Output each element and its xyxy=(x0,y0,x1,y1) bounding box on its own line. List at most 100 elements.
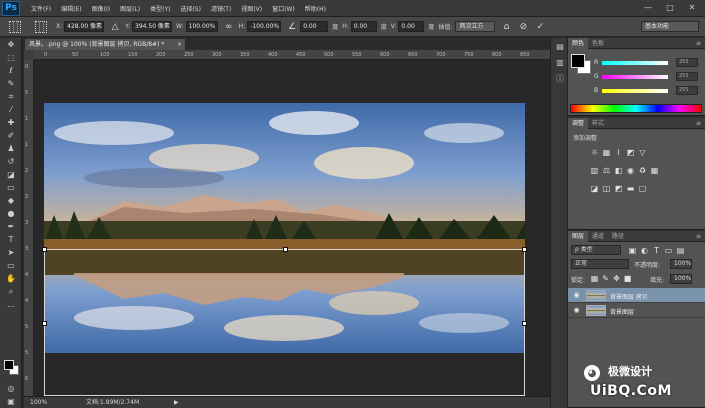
vertical-ruler[interactable]: 0 5 1 1 2 2 3 3 4 4 5 5 6 xyxy=(24,60,34,396)
eye-icon[interactable]: ◉ xyxy=(572,306,581,315)
tab-swatches[interactable]: 色板 xyxy=(588,38,608,49)
layer-row-background-copy[interactable]: ◉ 背景图层 拷贝 xyxy=(568,288,705,303)
close-tab-icon[interactable]: × xyxy=(177,39,182,50)
crop-tool-icon[interactable]: ⌗ xyxy=(0,90,22,103)
gradient-map-icon[interactable]: ▬ xyxy=(626,184,635,193)
blue-value[interactable]: 255 xyxy=(676,86,698,95)
threshold-icon[interactable]: ◩ xyxy=(614,184,623,193)
eye-icon[interactable]: ◉ xyxy=(572,291,581,300)
status-menu-arrow-icon[interactable]: ▶ xyxy=(174,397,179,408)
screen-mode-icon[interactable]: ▣ xyxy=(0,395,22,408)
photo-filter-icon[interactable]: ◉ xyxy=(626,166,635,175)
lock-position-icon[interactable]: ✥ xyxy=(612,274,621,283)
color-balance-icon[interactable]: ⚖ xyxy=(602,166,611,175)
tab-channels[interactable]: 通道 xyxy=(588,231,608,242)
fill-input[interactable]: 100% xyxy=(670,274,692,284)
tab-color[interactable]: 颜色 xyxy=(568,37,589,49)
green-slider[interactable]: G 255 xyxy=(594,72,702,82)
black-white-icon[interactable]: ◧ xyxy=(614,166,623,175)
minimize-button[interactable]: — xyxy=(637,2,659,14)
menu-select[interactable]: 选择(S) xyxy=(175,4,206,13)
workspace-select[interactable]: 基本功能 xyxy=(641,21,699,32)
tab-adjustments[interactable]: 调整 xyxy=(568,117,589,129)
interpolation-select[interactable]: 两次立方 xyxy=(455,21,496,32)
menu-image[interactable]: 图像(I) xyxy=(87,4,115,13)
close-button[interactable]: ✕ xyxy=(681,2,703,14)
menu-edit[interactable]: 编辑(E) xyxy=(56,4,86,13)
invert-icon[interactable]: ◪ xyxy=(590,184,599,193)
filter-pixel-icon[interactable]: ▣ xyxy=(628,246,637,255)
blend-mode-select[interactable]: 正常 xyxy=(571,259,629,269)
filter-type-icon[interactable]: T xyxy=(652,246,661,255)
foreground-color-swatch[interactable] xyxy=(4,360,14,370)
menu-filter[interactable]: 滤镜(T) xyxy=(206,4,236,13)
red-slider[interactable]: R 255 xyxy=(594,58,702,68)
lock-transparency-icon[interactable]: ▦ xyxy=(590,274,599,283)
warp-icon[interactable]: ⌂ xyxy=(500,21,512,33)
vskew-input[interactable]: 0.00 xyxy=(398,21,425,32)
eyedropper-tool-icon[interactable]: ⁄ xyxy=(0,103,22,116)
color-spectrum-bar[interactable] xyxy=(570,104,702,113)
y-input[interactable]: 394.50 像素 xyxy=(132,21,173,32)
menu-view[interactable]: 视图(V) xyxy=(236,4,267,13)
landscape-image[interactable] xyxy=(44,103,525,353)
stamp-tool-icon[interactable]: ♟ xyxy=(0,142,22,155)
curves-icon[interactable]: ⌇ xyxy=(614,148,623,157)
layer-row-background[interactable]: ◉ 背景图层 xyxy=(568,303,705,318)
blue-slider[interactable]: B 255 xyxy=(594,86,702,96)
healing-tool-icon[interactable]: ✚ xyxy=(0,116,22,129)
document-tab[interactable]: 风景。.png @ 100% (背景图层 拷贝, RGB/8#) * × xyxy=(24,38,186,50)
h-input[interactable]: -100.00% xyxy=(247,21,282,32)
marquee-tool-icon[interactable]: ⬚ xyxy=(0,51,22,64)
menu-layer[interactable]: 图层(L) xyxy=(115,4,145,13)
channel-mixer-icon[interactable]: ♻ xyxy=(638,166,647,175)
triangle-icon[interactable]: △ xyxy=(109,21,121,33)
ruler-origin[interactable] xyxy=(24,50,34,60)
color-lookup-icon[interactable]: ▦ xyxy=(650,166,659,175)
menu-type[interactable]: 类型(Y) xyxy=(145,4,175,13)
more-tools-icon[interactable]: … xyxy=(0,298,22,311)
posterize-icon[interactable]: ◫ xyxy=(602,184,611,193)
zoom-tool-icon[interactable]: ⌕ xyxy=(0,285,22,298)
hue-saturation-icon[interactable]: ▥ xyxy=(590,166,599,175)
commit-transform-icon[interactable]: ✓ xyxy=(534,21,546,33)
eraser-tool-icon[interactable]: ◪ xyxy=(0,168,22,181)
link-icon[interactable]: ∞ xyxy=(223,21,235,33)
lasso-tool-icon[interactable]: ℓ xyxy=(0,64,22,77)
panel-menu-icon[interactable]: ≡ xyxy=(696,233,701,240)
selective-color-icon[interactable]: ▢ xyxy=(638,184,647,193)
exposure-icon[interactable]: ◩ xyxy=(626,148,635,157)
properties-panel-icon[interactable]: ▥ xyxy=(552,56,568,70)
brightness-icon[interactable]: ☼ xyxy=(590,148,599,157)
reference-point-icon[interactable] xyxy=(30,19,52,35)
quick-mask-icon[interactable]: ◎ xyxy=(0,382,22,395)
filter-adjustment-icon[interactable]: ◐ xyxy=(640,246,649,255)
green-value[interactable]: 255 xyxy=(676,72,698,81)
zoom-level[interactable]: 100% xyxy=(30,397,47,408)
panel-menu-icon[interactable]: ≡ xyxy=(696,120,701,127)
move-tool-icon[interactable]: ✥ xyxy=(0,38,22,51)
quick-select-tool-icon[interactable]: ✎ xyxy=(0,77,22,90)
history-panel-icon[interactable]: ▤ xyxy=(552,40,568,54)
filter-shape-icon[interactable]: ▭ xyxy=(664,246,673,255)
panel-menu-icon[interactable]: ≡ xyxy=(696,40,701,47)
gradient-tool-icon[interactable]: ▭ xyxy=(0,181,22,194)
dodge-tool-icon[interactable]: ● xyxy=(0,207,22,220)
lock-pixels-icon[interactable]: ✎ xyxy=(601,274,610,283)
horizontal-ruler[interactable]: 0 50 100 150 200 250 300 350 400 450 500 550 600 650 7… xyxy=(34,50,550,60)
blur-tool-icon[interactable]: ◆ xyxy=(0,194,22,207)
menu-window[interactable]: 窗口(W) xyxy=(267,4,300,13)
history-brush-icon[interactable]: ↺ xyxy=(0,155,22,168)
path-select-tool-icon[interactable]: ➤ xyxy=(0,246,22,259)
color-foreground-swatch[interactable] xyxy=(571,54,585,68)
lock-all-icon[interactable]: ■ xyxy=(623,274,632,283)
menu-help[interactable]: 帮助(H) xyxy=(300,4,331,13)
filter-smart-object-icon[interactable]: ▤ xyxy=(676,246,685,255)
opacity-input[interactable]: 100% xyxy=(670,259,692,269)
shape-tool-icon[interactable]: ▭ xyxy=(0,259,22,272)
hand-tool-icon[interactable]: ✋ xyxy=(0,272,22,285)
w-input[interactable]: 100.00% xyxy=(185,21,218,32)
maximize-button[interactable]: □ xyxy=(659,2,681,14)
menu-file[interactable]: 文件(F) xyxy=(26,4,56,13)
tab-layers[interactable]: 图层 xyxy=(568,230,589,242)
